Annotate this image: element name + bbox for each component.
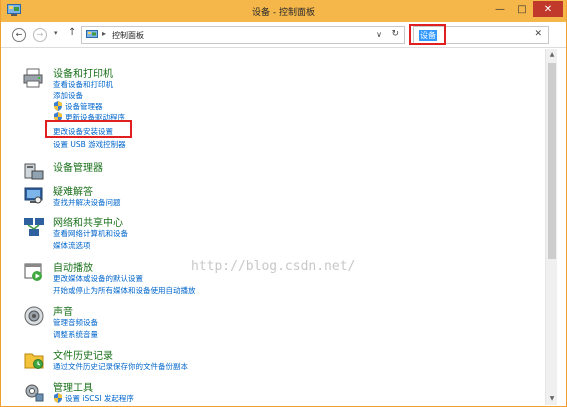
file-history-icon (24, 353, 44, 369)
window-title: 设备 - 控制面板 (252, 8, 315, 18)
group-title[interactable]: 声音 (53, 303, 73, 318)
back-button[interactable]: ← (12, 28, 26, 42)
control-panel-icon (86, 30, 98, 38)
link-setup-iscsi-initiator[interactable]: 设置 iSCSI 发起程序 (65, 393, 134, 404)
watermark: http://blog.csdn.net/ (191, 259, 356, 274)
printer-icon (23, 68, 43, 88)
group-title[interactable]: 设备管理器 (53, 159, 103, 174)
troubleshoot-icon (24, 187, 43, 204)
link-save-file-backups[interactable]: 通过文件历史记录保存你的文件备份副本 (53, 361, 188, 372)
link-toggle-autoplay[interactable]: 开始或停止为所有媒体和设备使用自动播放 (53, 285, 196, 296)
autoplay-icon (24, 263, 42, 281)
breadcrumb-separator[interactable]: ▸ (102, 29, 106, 38)
maximize-button[interactable]: □ (511, 0, 533, 18)
link-add-device[interactable]: 添加设备 (53, 90, 83, 101)
close-button[interactable]: ✕ (533, 1, 563, 17)
group-title[interactable]: 设备和打印机 (53, 65, 113, 80)
device-manager-icon (24, 163, 44, 180)
scroll-down-button[interactable]: ▼ (546, 393, 558, 405)
group-title[interactable]: 网络和共享中心 (53, 214, 123, 229)
link-setup-usb-game-controllers[interactable]: 设置 USB 游戏控制器 (53, 139, 126, 150)
admin-tools-icon (25, 384, 44, 402)
link-change-default-settings[interactable]: 更改媒体或设备的默认设置 (53, 273, 143, 284)
link-view-network-computers[interactable]: 查看网络计算机和设备 (53, 228, 128, 239)
address-dropdown[interactable]: ∨ (376, 30, 382, 39)
link-adjust-system-volume[interactable]: 调整系统音量 (53, 329, 98, 340)
network-icon (24, 218, 44, 236)
scroll-thumb[interactable] (548, 63, 556, 259)
recent-locations-dropdown[interactable]: ▾ (54, 29, 58, 37)
shield-icon (54, 101, 62, 111)
scroll-up-button[interactable]: ▲ (546, 49, 558, 61)
results-pane: 设备和打印机 查看设备和打印机 添加设备 设备管理器 更新设备驱动程序 更改设备… (1, 49, 545, 405)
link-view-devices[interactable]: 查看设备和打印机 (53, 79, 113, 90)
search-highlight-box (409, 24, 446, 45)
title-bar[interactable]: 设备 - 控制面板 — □ ✕ (1, 0, 566, 22)
link-highlight-box (45, 120, 132, 138)
group-title[interactable]: 自动播放 (53, 259, 93, 274)
shield-icon (54, 393, 62, 403)
up-button[interactable]: ↑ (68, 27, 76, 38)
group-title[interactable]: 文件历史记录 (53, 347, 113, 362)
clear-search-icon[interactable]: ✕ (534, 29, 542, 39)
link-device-manager[interactable]: 设备管理器 (65, 101, 103, 112)
address-bar[interactable]: ▸ 控制面板 ∨ ↻ (81, 26, 405, 44)
link-media-streaming-options[interactable]: 媒体流选项 (53, 240, 91, 251)
vertical-scrollbar[interactable]: ▲ ▼ (545, 49, 557, 405)
speaker-icon (24, 306, 44, 326)
group-title[interactable]: 疑难解答 (53, 183, 93, 198)
forward-button[interactable]: → (33, 28, 47, 42)
link-manage-audio-devices[interactable]: 管理音频设备 (53, 317, 98, 328)
control-panel-window: 设备 - 控制面板 — □ ✕ ← → ▾ ↑ ▸ 控制面板 ∨ ↻ 设备 ✕ (0, 0, 567, 407)
minimize-button[interactable]: — (489, 0, 511, 18)
navigation-bar: ← → ▾ ↑ ▸ 控制面板 ∨ ↻ 设备 ✕ (1, 22, 566, 48)
link-find-fix-device-problems[interactable]: 查找并解决设备问题 (53, 197, 121, 208)
breadcrumb-control-panel[interactable]: 控制面板 (112, 30, 144, 41)
refresh-icon[interactable]: ↻ (391, 29, 399, 39)
group-title[interactable]: 管理工具 (53, 379, 93, 394)
